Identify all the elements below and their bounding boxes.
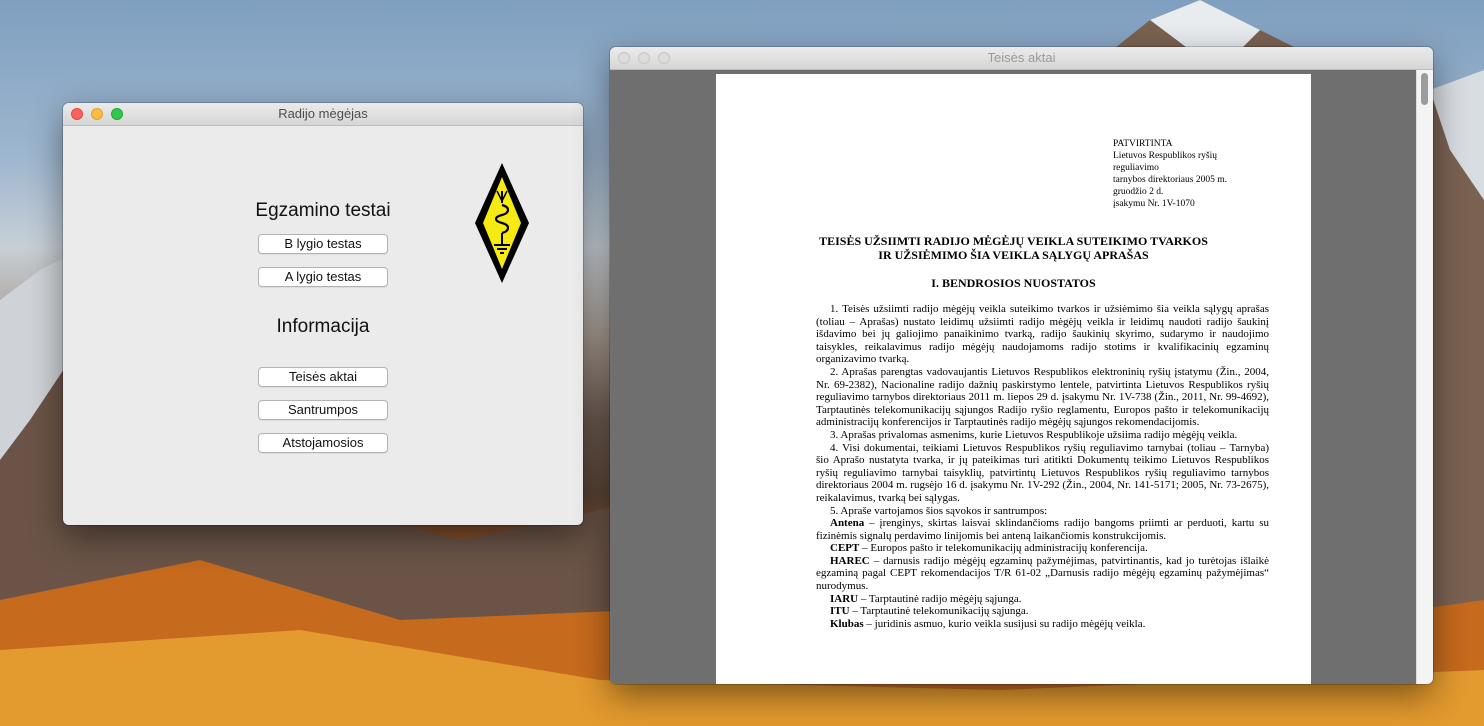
approval-line: gruodžio 2 d. — [1113, 187, 1164, 197]
paragraph: 2. Aprašas parengtas vadovaujantis Lietu… — [816, 365, 1269, 429]
definition-term: Klubas — [830, 617, 864, 630]
minimize-button[interactable] — [91, 108, 103, 120]
representatives-button[interactable]: Atstojamosios — [258, 433, 388, 453]
paragraph: 5. Apraše vartojamos šios sąvokos ir san… — [830, 504, 1048, 517]
document-window: Teisės aktai PATVIRTINTA Lietuvos Respub… — [610, 47, 1433, 684]
paragraph: 4. Visi dokumentai, teikiami Lietuvos Re… — [816, 441, 1269, 504]
zoom-button[interactable] — [111, 108, 123, 120]
document-window-titlebar[interactable]: Teisės aktai — [610, 47, 1433, 70]
radio-amateur-logo-icon — [475, 163, 529, 283]
definition: Antena – įrenginys, skirtas laisvai skli… — [816, 517, 1269, 542]
definition: ITU – Tarptautinė telekomunikacijų sąjun… — [816, 605, 1269, 618]
approval-line: tarnybos direktoriaus 2005 m. — [1113, 175, 1227, 185]
abbreviations-button[interactable]: Santrumpos — [258, 400, 388, 420]
definition-term: ITU — [830, 605, 850, 618]
paragraph: 3. Aprašas privalomas asmenims, kurie Li… — [830, 428, 1238, 441]
section-heading: I. BENDROSIOS NUOSTATOS — [931, 276, 1096, 290]
information-heading: Informacija — [276, 316, 370, 337]
definition-text: – darnusis radijo mėgėjų egzaminų pažymė… — [816, 554, 1269, 593]
definition-term: CEPT — [830, 542, 860, 555]
approval-line: PATVIRTINTA — [1113, 139, 1173, 149]
definition: Klubas – juridinis asmuo, kurio veikla s… — [816, 618, 1269, 631]
approval-block: PATVIRTINTA Lietuvos Respublikos ryšių r… — [1113, 138, 1227, 210]
main-window: Radijo mėgėjas Egzamino testai B lygio t… — [63, 103, 583, 525]
approval-line: įsakymu Nr. 1V-1070 — [1113, 199, 1195, 209]
definition-text: – Tarptautinė radijo mėgėjų sąjunga. — [858, 592, 1022, 605]
scrollbar-thumb[interactable] — [1421, 73, 1428, 105]
document-body: 1. Teisės užsiimti radijo mėgėjų veikla … — [816, 303, 1269, 630]
paragraph: 1. Teisės užsiimti radijo mėgėjų veikla … — [816, 303, 1269, 366]
definition-text: – Tarptautinė telekomunikacijų sąjunga. — [849, 605, 1029, 618]
definition-text: – įrenginys, skirtas laisvai sklindančio… — [816, 517, 1269, 542]
document-window-title: Teisės aktai — [987, 50, 1056, 65]
definition: HAREC – darnusis radijo mėgėjų egzaminų … — [816, 555, 1269, 593]
pdf-page: PATVIRTINTA Lietuvos Respublikos ryšių r… — [716, 74, 1311, 684]
pdf-viewer[interactable]: PATVIRTINTA Lietuvos Respublikos ryšių r… — [610, 70, 1433, 684]
minimize-button[interactable] — [638, 52, 650, 64]
close-button[interactable] — [71, 108, 83, 120]
approval-line: Lietuvos Respublikos ryšių — [1113, 151, 1217, 161]
a-level-test-button[interactable]: A lygio testas — [258, 267, 388, 287]
document-title-line: TEISĖS UŽSIIMTI RADIJO MĖGĖJŲ VEIKLA SUT… — [819, 234, 1208, 248]
close-button[interactable] — [618, 52, 630, 64]
document-title: TEISĖS UŽSIIMTI RADIJO MĖGĖJŲ VEIKLA SUT… — [716, 234, 1311, 262]
definition-term: Antena — [830, 517, 865, 530]
document-title-line: IR UŽSIĖMIMO ŠIA VEIKLA SĄLYGŲ APRAŠAS — [878, 248, 1149, 262]
main-window-title: Radijo mėgėjas — [278, 106, 368, 121]
definition-text: – juridinis asmuo, kurio veikla susijusi… — [863, 617, 1146, 630]
definition-term: IARU — [830, 592, 859, 605]
approval-line: reguliavimo — [1113, 163, 1159, 173]
definition-term: HAREC — [830, 554, 870, 567]
exam-tests-heading: Egzamino testai — [255, 200, 391, 221]
definition-text: – Europos pašto ir telekomunikacijų admi… — [859, 542, 1148, 555]
zoom-button[interactable] — [658, 52, 670, 64]
legal-acts-button[interactable]: Teisės aktai — [258, 367, 388, 387]
definition: IARU – Tarptautinė radijo mėgėjų sąjunga… — [816, 593, 1269, 606]
b-level-test-button[interactable]: B lygio testas — [258, 234, 388, 254]
main-window-titlebar[interactable]: Radijo mėgėjas — [63, 103, 583, 126]
vertical-scrollbar[interactable] — [1416, 70, 1433, 684]
definition: CEPT – Europos pašto ir telekomunikacijų… — [816, 542, 1269, 555]
